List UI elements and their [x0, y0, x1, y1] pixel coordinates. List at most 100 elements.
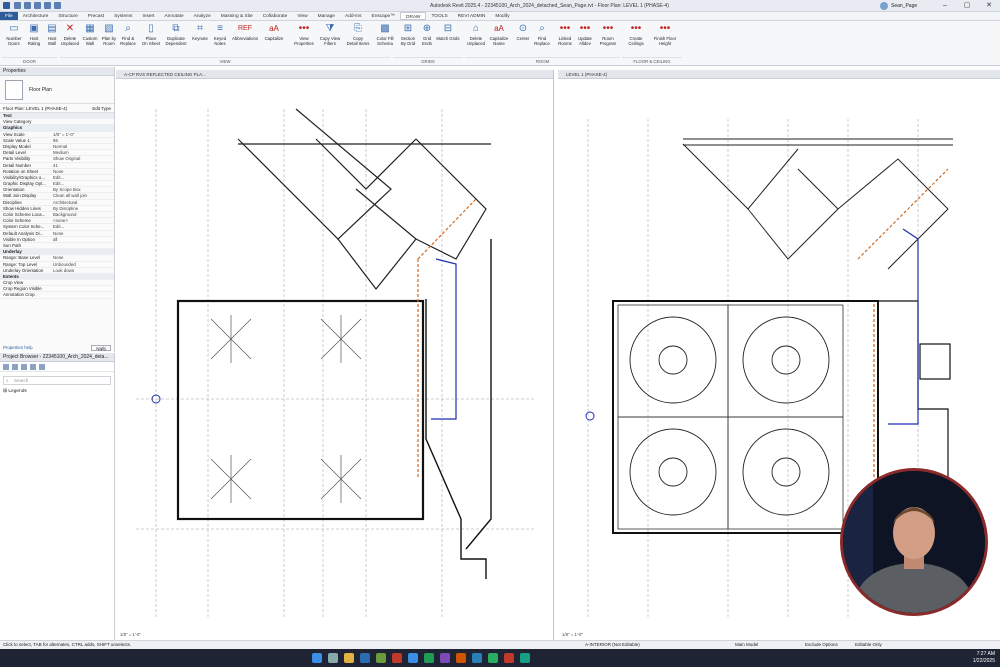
- revit-app-icon[interactable]: [360, 653, 370, 663]
- property-value[interactable]: [50, 119, 114, 124]
- maximize-icon[interactable]: ▢: [956, 0, 978, 12]
- property-value[interactable]: None: [50, 169, 114, 174]
- browser-icon[interactable]: [408, 653, 418, 663]
- property-value[interactable]: Normal: [50, 144, 114, 149]
- app-icon[interactable]: [520, 653, 530, 663]
- property-value[interactable]: [50, 125, 114, 130]
- capitalize-name-button[interactable]: aA Capitalize Name: [487, 23, 511, 55]
- tab-precast[interactable]: Precast: [83, 12, 109, 20]
- property-value[interactable]: [50, 286, 114, 291]
- property-value[interactable]: Architectural: [50, 200, 114, 205]
- property-value[interactable]: Clean all wall join: [50, 193, 114, 198]
- tab-insert[interactable]: Insert: [137, 12, 159, 20]
- property-value[interactable]: Unbounded: [50, 262, 114, 267]
- view-tab-level1[interactable]: LEVEL 1 (PHASE-4): [558, 70, 1000, 79]
- tab-analyze[interactable]: Analyze: [189, 12, 216, 20]
- view-tab-rcp[interactable]: A-CP RVS REFLECTED CEILING PLA...: [116, 70, 553, 79]
- tab-structure[interactable]: Structure: [53, 12, 82, 20]
- print-icon[interactable]: [54, 2, 61, 9]
- copy-detail-items-button[interactable]: ⎘ Copy Detail Items: [346, 23, 370, 55]
- tab-enscape[interactable]: Enscape™: [367, 12, 400, 20]
- excel-icon[interactable]: [488, 653, 498, 663]
- property-value[interactable]: None: [50, 255, 114, 260]
- tab-architecture[interactable]: Architecture: [18, 12, 54, 20]
- apply-button[interactable]: Apply: [91, 345, 111, 351]
- view-scale-left[interactable]: 1/8" = 1'-0": [116, 631, 553, 639]
- property-value[interactable]: Edit...: [50, 175, 114, 180]
- app-icon[interactable]: [504, 653, 514, 663]
- exclude-options-toggle[interactable]: Exclude Options: [805, 642, 838, 647]
- find-replace-room-button[interactable]: ⌕ Find Replace: [530, 23, 554, 55]
- toolbar-icon[interactable]: [21, 364, 27, 370]
- property-value[interactable]: Edit...: [50, 181, 114, 186]
- update-alldev-button[interactable]: ••• Update Alldev: [573, 23, 597, 55]
- toolbar-icon[interactable]: [30, 364, 36, 370]
- user-avatar[interactable]: [880, 2, 888, 10]
- reflected-ceiling-plan-drawing[interactable]: [116, 79, 554, 631]
- view-scale-right[interactable]: 1/8" = 1'-0": [558, 631, 1000, 639]
- property-value[interactable]: [50, 113, 114, 118]
- app-icon[interactable]: [376, 653, 386, 663]
- toolbar-icon[interactable]: [12, 364, 18, 370]
- properties-help-link[interactable]: Properties help: [3, 345, 33, 350]
- save-icon[interactable]: [24, 2, 31, 9]
- edit-type-button[interactable]: Edit Type: [92, 104, 111, 112]
- view-window-rcp[interactable]: A-CP RVS REFLECTED CEILING PLA... 1/8" =…: [116, 70, 554, 640]
- find-replace-button[interactable]: ⌕ Find & Replace: [116, 23, 140, 55]
- property-value[interactable]: [50, 280, 114, 285]
- property-value[interactable]: Background: [50, 212, 114, 217]
- search-icon[interactable]: [328, 653, 338, 663]
- property-value[interactable]: all: [50, 237, 114, 242]
- property-value[interactable]: [50, 274, 114, 279]
- browser-search-input[interactable]: ⌕ Search: [3, 376, 111, 385]
- abbreviations-button[interactable]: REF Abbreviations: [232, 23, 258, 55]
- delete-unplaced-rooms-button[interactable]: ⌂ Delete Unplaced: [464, 23, 488, 55]
- property-value[interactable]: 96: [50, 138, 114, 143]
- minimize-icon[interactable]: –: [934, 0, 956, 12]
- tab-annotate[interactable]: Annotate: [159, 12, 188, 20]
- clock-date[interactable]: 1/22/2025: [955, 658, 995, 664]
- property-value[interactable]: [50, 243, 114, 248]
- property-value[interactable]: [50, 249, 114, 254]
- tab-revi-admin[interactable]: REVI ADMIN: [453, 12, 491, 20]
- create-ceilings-button[interactable]: ••• Create Ceilings: [624, 23, 648, 55]
- open-icon[interactable]: [14, 2, 21, 9]
- color-fill-schema-button[interactable]: ▩ Color Fill Schema: [373, 23, 397, 55]
- file-explorer-icon[interactable]: [344, 653, 354, 663]
- redo-icon[interactable]: [44, 2, 51, 9]
- room-program-button[interactable]: ••• Room Program: [596, 23, 620, 55]
- property-value[interactable]: By Scope Box: [50, 187, 114, 192]
- design-option-selector[interactable]: Main Model: [735, 642, 758, 647]
- finish-floor-height-button[interactable]: ••• Finish Floor Height: [651, 23, 679, 55]
- property-value[interactable]: [50, 292, 114, 297]
- tree-item-legends[interactable]: ⊞ Legends: [0, 389, 114, 394]
- property-value[interactable]: Medium: [50, 150, 114, 155]
- keyed-notes-button[interactable]: ≡ Keyed Notes: [208, 23, 232, 55]
- property-value[interactable]: 1/8" = 1'-0": [50, 132, 114, 137]
- view-properties-button[interactable]: ••• View Properties: [292, 23, 316, 55]
- tab-tools[interactable]: TOOLS: [426, 12, 452, 20]
- property-row[interactable]: Annotation Crop: [0, 292, 114, 299]
- tab-collaborate[interactable]: Collaborate: [258, 12, 293, 20]
- tab-massing[interactable]: Massing & Site: [216, 12, 258, 20]
- tab-file[interactable]: File: [0, 12, 18, 20]
- property-value[interactable]: <none>: [50, 218, 114, 223]
- capitalize-button[interactable]: aA Capitalize: [262, 23, 286, 55]
- property-value[interactable]: Look down: [50, 268, 114, 273]
- outlook-icon[interactable]: [472, 653, 482, 663]
- property-value[interactable]: By Discipline: [50, 206, 114, 211]
- duplicate-dependent-button[interactable]: ⧉ Duplicate Dependent: [164, 23, 188, 55]
- type-selector[interactable]: Floor Plan: [0, 76, 114, 104]
- user-name[interactable]: Sean_Page: [891, 3, 917, 9]
- clock-time[interactable]: 7:27 AM: [955, 651, 995, 657]
- windows-start-icon[interactable]: [312, 653, 322, 663]
- editable-only-toggle[interactable]: Editable Only: [855, 642, 882, 647]
- match-grids-button[interactable]: ⊟ Match Grids: [436, 23, 460, 55]
- property-value[interactable]: 41: [50, 163, 114, 168]
- toolbar-icon[interactable]: [39, 364, 45, 370]
- property-value[interactable]: None: [50, 231, 114, 236]
- toolbar-icon[interactable]: [3, 364, 9, 370]
- tab-draw[interactable]: DRAW: [399, 12, 427, 20]
- tab-systems[interactable]: Systems: [109, 12, 137, 20]
- instance-filter[interactable]: Floor Plan: LEVEL 1 (PHASE-4): [3, 104, 67, 112]
